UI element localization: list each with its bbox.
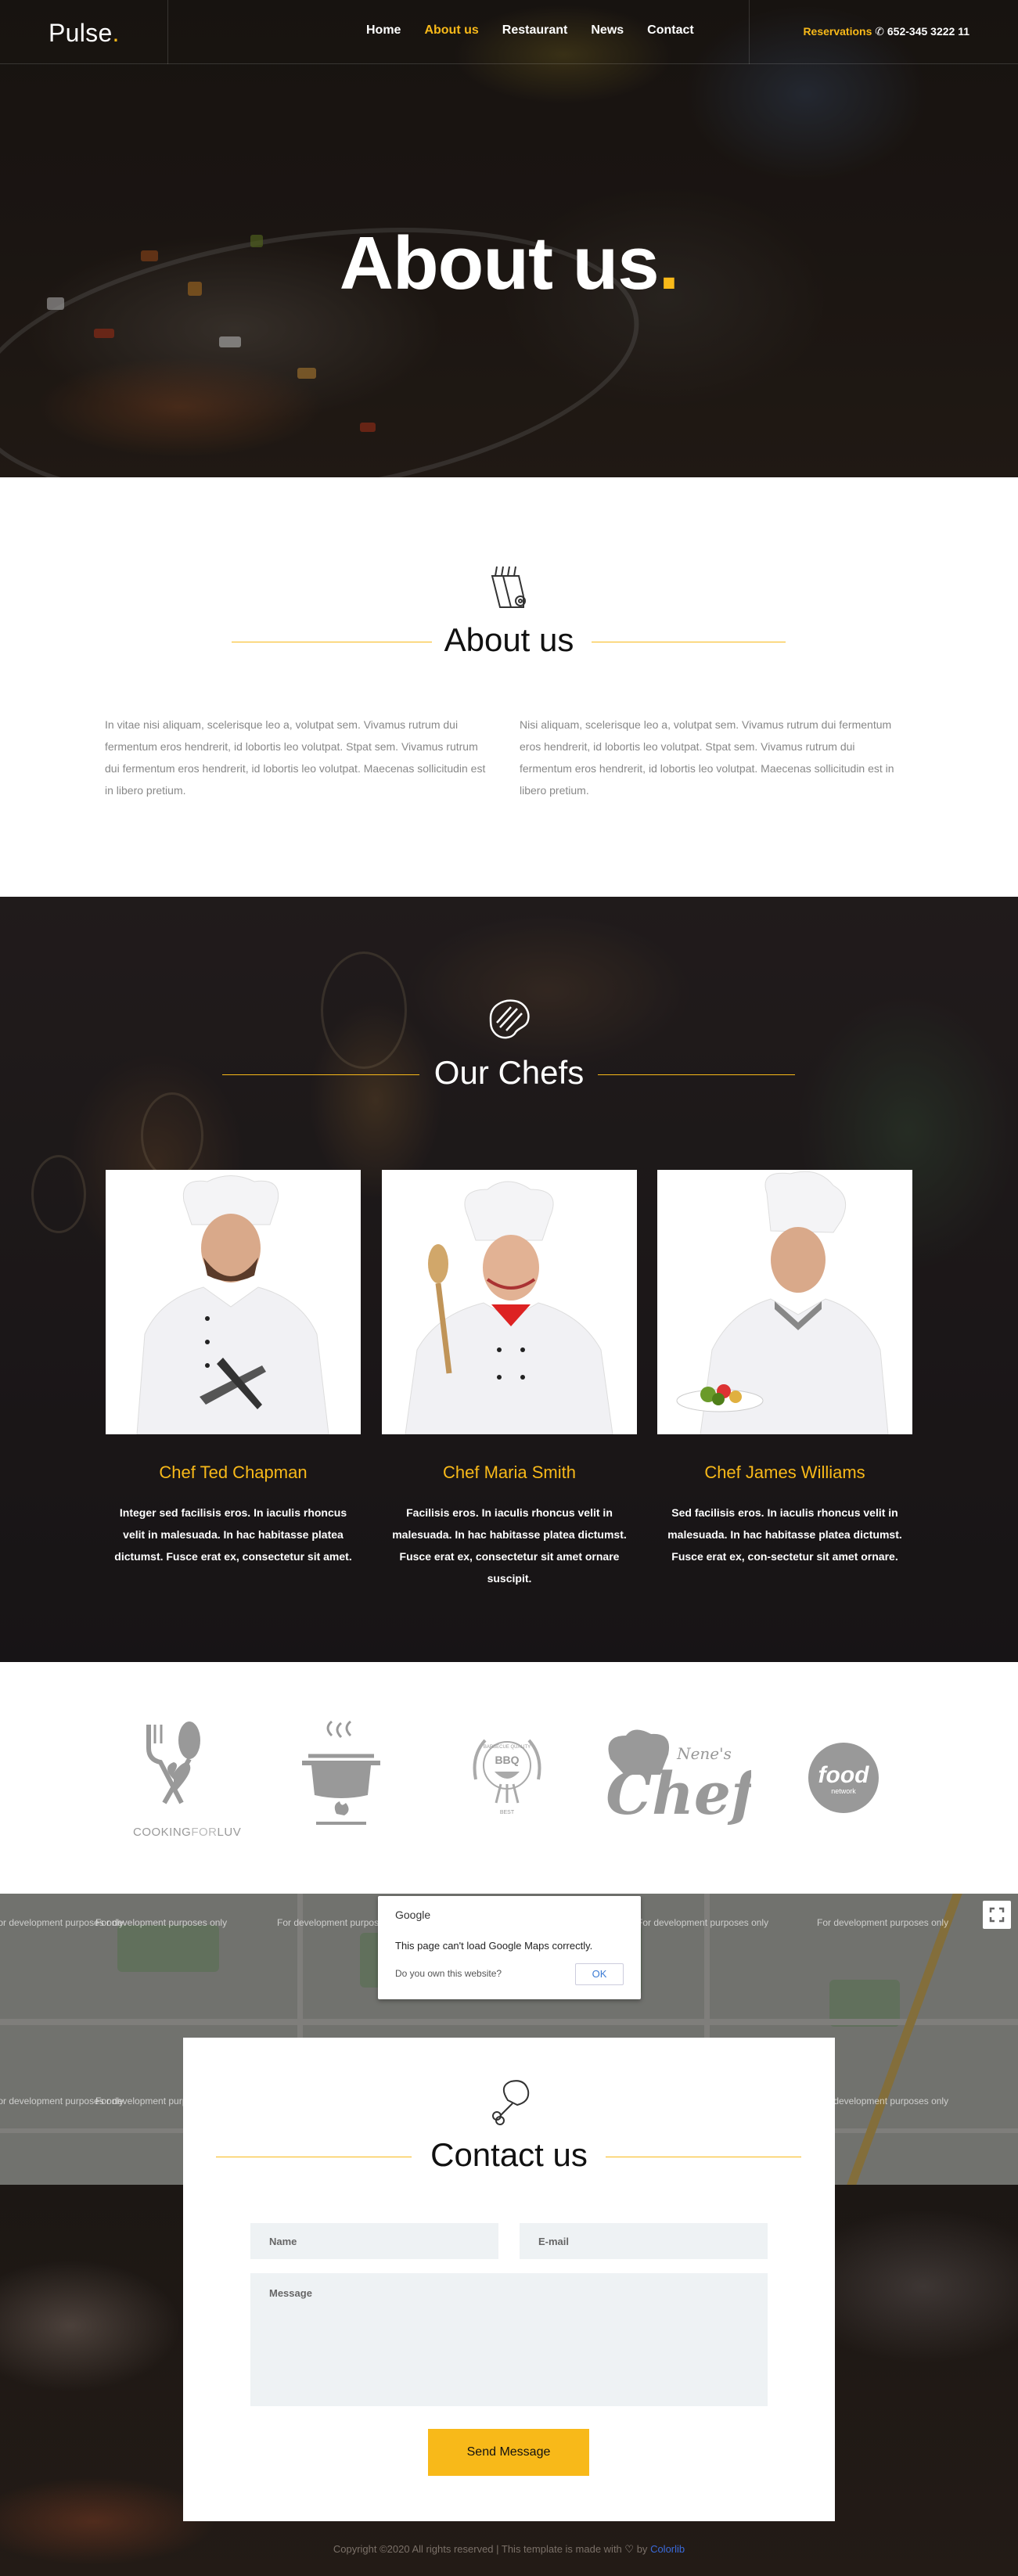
chef-card[interactable]: Chef Ted Chapman Integer sed facilisis e…: [106, 1170, 361, 1567]
section-title: Our Chefs: [433, 1054, 585, 1091]
google-label: Google: [395, 1909, 431, 1921]
chef-description: Integer sed facilisis eros. In iaculis r…: [114, 1506, 352, 1563]
chicken-leg-icon: [484, 2077, 534, 2127]
reservations[interactable]: Reservations ✆ 652-345 3222 11: [803, 25, 969, 38]
steak-icon: [484, 995, 534, 1045]
map-watermark: For development purposes only: [95, 1917, 228, 1928]
svg-text:network: network: [831, 1787, 856, 1795]
reservations-phone: 652-345 3222 11: [887, 25, 969, 38]
chefs-section: Our Chefs Chef Ted Chapman Integer sed f…: [0, 897, 1018, 1662]
brand-logo[interactable]: Pulse.: [49, 19, 120, 48]
nav-restaurant[interactable]: Restaurant: [502, 23, 568, 38]
logo-nenes-chef[interactable]: Nene's Chef: [603, 1728, 764, 1833]
nav-contact[interactable]: Contact: [647, 23, 694, 38]
colorlib-link[interactable]: Colorlib: [650, 2543, 685, 2555]
chef-card[interactable]: Chef James Williams Sed facilisis eros. …: [657, 1170, 912, 1567]
about-heading: About us: [0, 562, 1018, 662]
divider: [167, 0, 168, 64]
svg-text:BBQ: BBQ: [495, 1754, 519, 1766]
svg-text:BEST: BEST: [500, 1810, 515, 1815]
fullscreen-button[interactable]: [983, 1901, 1011, 1929]
map-watermark: For development purposes only: [817, 1917, 949, 1928]
knife-block-icon: [484, 562, 534, 612]
logo-bbq-quality[interactable]: BARBECUE QUALITY BBQ BEST: [466, 1725, 548, 1822]
section-title: About us: [444, 621, 574, 658]
chef-photo: [657, 1170, 912, 1434]
partner-logos: COOKINGFORLUV BARBECUE QUALITY BBQ BEST …: [0, 1662, 1018, 1894]
chef-description: Sed facilisis eros. In iaculis rhoncus v…: [667, 1506, 902, 1563]
chef-card[interactable]: Chef Maria Smith Facilisis eros. In iacu…: [382, 1170, 637, 1589]
about-text-col1: In vitae nisi aliquam, scelerisque leo a…: [105, 718, 486, 797]
contact-form: Contact us Send Message: [183, 2038, 835, 2521]
email-input[interactable]: [520, 2223, 768, 2259]
phone-icon: ✆: [875, 25, 884, 38]
maps-ok-button[interactable]: OK: [575, 1963, 624, 1985]
logo-cooking-for-luv[interactable]: COOKINGFORLUV: [133, 1717, 241, 1839]
about-text-col2: Nisi aliquam, scelerisque leo a, volutpa…: [520, 718, 894, 797]
chef-name: Chef James Williams: [704, 1462, 865, 1482]
footer-copyright: Copyright ©2020 All rights reserved | Th…: [333, 2543, 685, 2555]
nav-home[interactable]: Home: [366, 23, 401, 38]
logo-food-network[interactable]: food network: [806, 1740, 881, 1819]
svg-text:BARBECUE QUALITY: BARBECUE QUALITY: [484, 1745, 531, 1750]
chefs-heading: Our Chefs: [0, 995, 1018, 1095]
chef-photo: [382, 1170, 637, 1434]
maps-error-message: This page can't load Google Maps correct…: [395, 1940, 593, 1952]
message-textarea[interactable]: [250, 2273, 768, 2406]
main-nav: Home About us Restaurant News Contact: [366, 23, 718, 38]
svg-text:food: food: [818, 1762, 870, 1788]
send-message-button[interactable]: Send Message: [428, 2429, 589, 2476]
nav-about-us[interactable]: About us: [424, 23, 478, 38]
maps-owner-question: Do you own this website?: [395, 1968, 502, 1979]
map-watermark: For development purposes only: [637, 1917, 769, 1928]
section-title: Contact us: [430, 2136, 588, 2173]
contact-heading: Contact us: [0, 2077, 1018, 2177]
chef-photo: [106, 1170, 361, 1434]
fullscreen-icon: [989, 1907, 1005, 1923]
hero-title: About us.: [339, 221, 680, 305]
nav-news[interactable]: News: [591, 23, 624, 38]
chef-name: Chef Maria Smith: [443, 1462, 576, 1482]
top-navbar: Pulse. Home About us Restaurant News Con…: [0, 0, 1018, 64]
heart-icon: ♡: [624, 2543, 635, 2555]
reservations-label: Reservations: [803, 25, 872, 38]
divider: [749, 0, 750, 64]
hero-section: Pulse. Home About us Restaurant News Con…: [0, 0, 1018, 477]
chef-description: Facilisis eros. In iaculis rhoncus velit…: [392, 1506, 627, 1585]
chef-name: Chef Ted Chapman: [159, 1462, 308, 1482]
name-input[interactable]: [250, 2223, 498, 2259]
svg-text:Chef: Chef: [606, 1761, 751, 1828]
heading-rule: [598, 1074, 795, 1075]
logo-cooking-pot[interactable]: [300, 1720, 382, 1841]
maps-error-dialog: Google This page can't load Google Maps …: [378, 1896, 641, 1999]
